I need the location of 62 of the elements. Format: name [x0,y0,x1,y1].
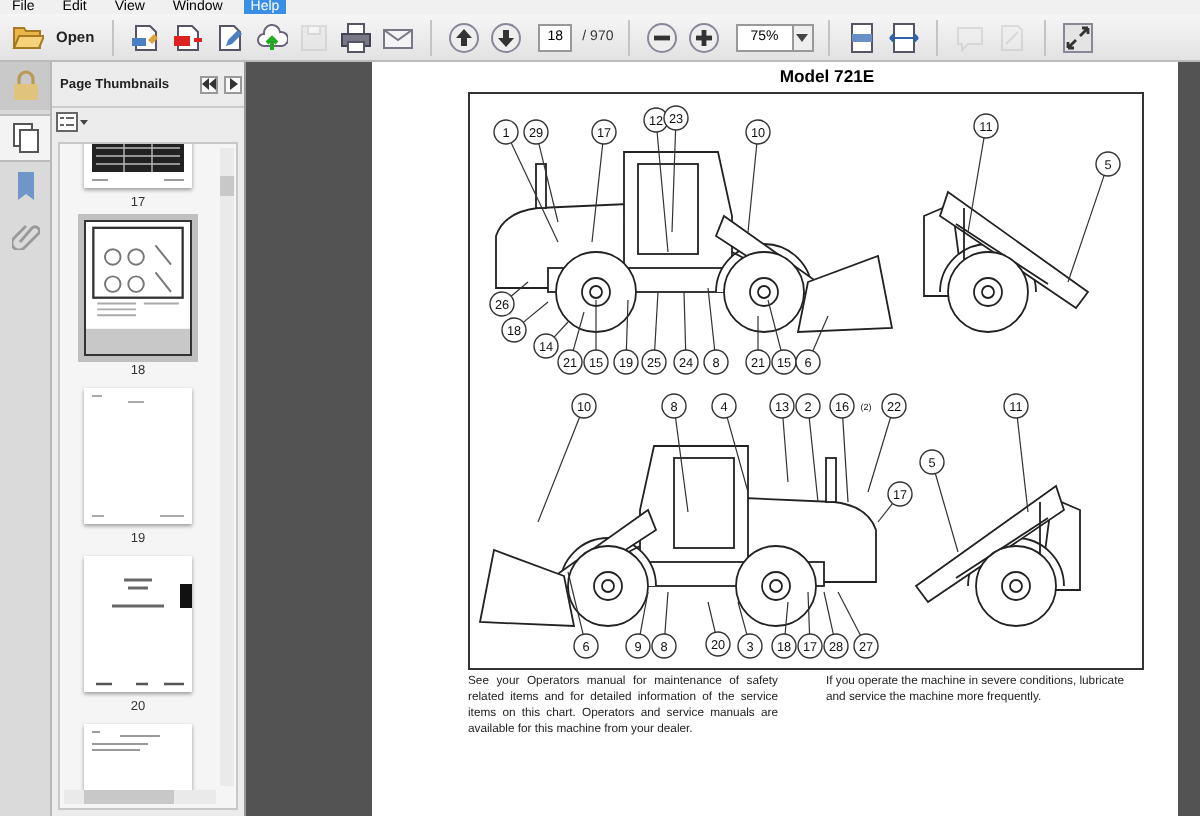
leader-line [747,143,758,233]
leader-line [707,601,716,633]
leader-line [867,416,892,493]
zoom-out-icon[interactable] [643,19,680,55]
options-icon [56,112,88,132]
leader-line [837,591,862,636]
leader-line [767,299,782,351]
leader-line [537,416,581,523]
leader-line [674,417,689,513]
cloud-upload-icon[interactable] [254,19,291,55]
fit-width-icon[interactable] [885,19,922,55]
page-thumbnail[interactable] [84,556,192,692]
page-heading: Model 721E [777,64,877,90]
leader-line [784,601,789,635]
page-thumbnail[interactable] [84,220,192,356]
chevron-icon [229,78,237,90]
pages-icon [11,122,39,154]
pdf-export-icon[interactable] [170,19,207,55]
leader-line [683,291,687,351]
page-thumbnail[interactable] [84,388,192,524]
leader-line [967,137,985,233]
double-chevron-icon [202,78,216,90]
leader-line [737,601,748,635]
down-arrow-icon[interactable] [488,19,525,55]
leader-line [842,417,849,503]
print-icon[interactable] [338,19,375,55]
leader-line [807,591,811,635]
leader-line [654,291,659,351]
leader-line [567,571,584,635]
up-arrow-icon[interactable] [446,19,483,55]
collapse-button[interactable] [200,75,218,93]
zoom-dropdown-button[interactable] [791,23,814,51]
expand-button[interactable] [224,75,242,93]
folder-icon [12,24,44,50]
leader-line [726,416,749,493]
leader-line [553,321,569,338]
leader-line [812,315,829,352]
leader-line [782,417,789,483]
leader-line [572,311,585,352]
pages-tab[interactable] [0,114,50,162]
lock-icon [11,70,39,102]
leader-line [522,301,549,323]
leader-line [595,299,597,351]
leader-line [1016,417,1029,513]
vertical-scrollbar[interactable] [220,148,234,786]
leader-line [934,472,959,553]
leader-line [1067,174,1105,283]
caret-icon [796,33,809,41]
leader-line [510,281,529,297]
leader-line [757,315,759,351]
leader-line [823,591,834,635]
fullscreen-icon[interactable] [1059,19,1096,55]
horizontal-scrollbar[interactable] [64,790,216,804]
zoom-in-icon[interactable] [685,19,722,55]
leader-line [877,502,894,523]
leader-line [808,417,819,503]
options-button[interactable] [56,112,88,132]
leader-line [664,591,669,635]
leader-line [707,287,716,351]
leader-line [591,143,604,243]
leader-line [625,299,629,351]
leader-line [639,591,649,635]
